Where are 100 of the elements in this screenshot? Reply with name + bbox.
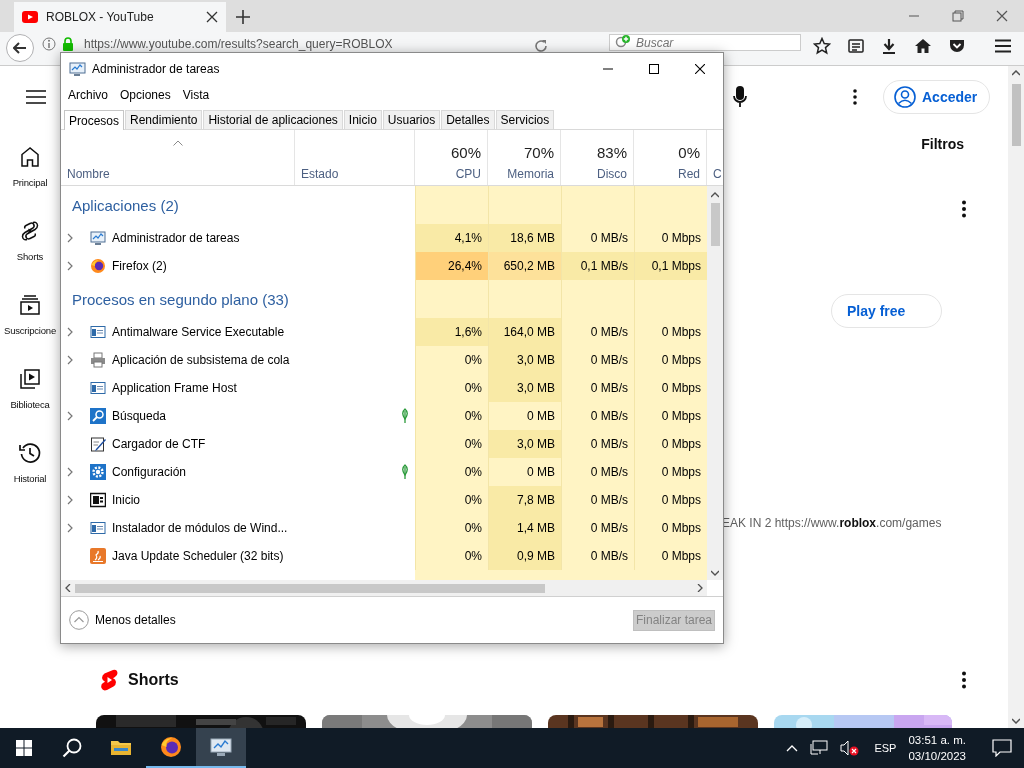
microphone-icon[interactable] <box>733 86 747 108</box>
metric-cell: 3,0 MB <box>488 346 561 374</box>
new-tab-icon[interactable] <box>236 10 250 24</box>
chevron-icon[interactable] <box>67 233 73 243</box>
chevron-icon[interactable] <box>67 523 73 533</box>
taskbar-app[interactable] <box>196 728 246 768</box>
process-name[interactable]: Aplicación de subsistema de cola <box>112 353 290 367</box>
process-name[interactable]: Inicio <box>112 493 140 507</box>
group-heading: Procesos en segundo plano (33) <box>71 290 290 308</box>
download-icon[interactable] <box>881 38 897 54</box>
arrow-down-icon[interactable] <box>1012 718 1020 724</box>
column-label[interactable]: Disco <box>597 167 627 181</box>
filters-button[interactable]: Filtros <box>921 136 964 152</box>
process-name[interactable]: Application Frame Host <box>112 381 237 395</box>
more-options-icon[interactable] <box>962 671 966 689</box>
usage-percent: 0% <box>678 144 700 161</box>
tab[interactable]: Detalles <box>441 110 495 129</box>
language-indicator[interactable]: ESP <box>874 742 897 754</box>
chevron-icon[interactable] <box>67 411 73 421</box>
browser-tab[interactable]: ROBLOX - YouTube <box>14 2 226 32</box>
reading-list-icon[interactable] <box>848 38 864 54</box>
process-name[interactable]: Antimalware Service Executable <box>112 325 285 339</box>
window-title: Administrador de tareas <box>92 62 220 76</box>
process-name[interactable]: Firefox (2) <box>112 259 167 273</box>
sidebar-item[interactable]: Historial <box>0 424 60 498</box>
tab[interactable]: Rendimiento <box>125 110 203 129</box>
speaker-icon[interactable] <box>840 740 861 756</box>
caret-up-icon[interactable] <box>786 744 799 752</box>
restore-icon[interactable] <box>952 10 964 22</box>
menu-item[interactable]: Opciones <box>114 88 177 102</box>
arrow-up-icon[interactable] <box>1012 70 1020 76</box>
tab[interactable]: Servicios <box>495 110 555 129</box>
metric-cell: 0,9 MB <box>488 542 561 570</box>
close-icon[interactable] <box>206 11 218 23</box>
usage-percent: 60% <box>450 144 481 161</box>
address-text[interactable]: https://www.youtube.com/results?search_query=ROBLOX <box>84 37 393 51</box>
sidebar-item[interactable]: Principal <box>0 128 60 202</box>
sidebar-item[interactable]: Suscripcione <box>0 276 60 350</box>
metric-cell: 650,2 MB <box>488 252 561 280</box>
reload-icon[interactable] <box>534 39 548 53</box>
arrow-right-icon[interactable] <box>697 584 703 592</box>
clock-time[interactable]: 03:51 a. m. <box>908 732 966 748</box>
scrollbar[interactable] <box>61 580 707 596</box>
menu-icon[interactable] <box>994 39 1012 53</box>
process-name[interactable]: Java Update Scheduler (32 bits) <box>112 549 284 563</box>
column-label[interactable]: Nombre <box>67 167 288 181</box>
sidebar-item[interactable]: Shorts <box>0 202 60 276</box>
star-icon[interactable] <box>813 37 831 55</box>
scrollbar-thumb[interactable] <box>710 203 720 246</box>
chevron-icon[interactable] <box>67 355 73 365</box>
more-options-icon[interactable] <box>962 200 966 218</box>
home-icon <box>18 145 42 169</box>
chevron-icon[interactable] <box>67 327 73 337</box>
column-label[interactable]: Red <box>678 167 700 181</box>
details-toggle-link[interactable]: Menos detalles <box>95 613 176 627</box>
window-icon <box>90 380 106 396</box>
chevron-icon[interactable] <box>67 467 73 477</box>
tab[interactable]: Historial de aplicaciones <box>203 110 343 129</box>
network-icon[interactable] <box>810 740 829 756</box>
chevron-icon[interactable] <box>67 261 73 271</box>
home-icon[interactable] <box>914 38 932 54</box>
sidebar-item[interactable]: Biblioteca <box>0 350 60 424</box>
arrow-up-icon[interactable] <box>711 192 719 198</box>
scrollbar[interactable] <box>707 186 723 580</box>
column-header[interactable]: C <box>707 130 723 185</box>
process-name[interactable]: Instalador de módulos de Wind... <box>112 521 288 535</box>
tab[interactable]: Procesos <box>64 110 125 130</box>
scrollbar[interactable] <box>1008 66 1024 728</box>
sign-in-button[interactable]: Acceder <box>883 80 990 114</box>
more-options-icon[interactable] <box>853 89 857 105</box>
notification-icon[interactable] <box>992 739 1012 757</box>
monitor-icon <box>69 61 87 77</box>
menu-item[interactable]: Archivo <box>62 88 114 102</box>
close-icon[interactable] <box>695 64 705 74</box>
section-title: Shorts <box>128 671 179 689</box>
arrow-left-icon[interactable] <box>65 584 71 592</box>
maximize-icon[interactable] <box>649 64 659 74</box>
search-field[interactable]: Buscar <box>609 34 801 51</box>
gear-icon <box>90 464 106 480</box>
menu-item[interactable]: Vista <box>176 88 216 102</box>
play-button[interactable]: Play free <box>831 294 942 328</box>
tab[interactable]: Usuarios <box>382 110 441 129</box>
menu-icon[interactable] <box>26 89 46 105</box>
process-name[interactable]: Cargador de CTF <box>112 437 206 451</box>
process-name[interactable]: Configuración <box>112 465 187 479</box>
back-button[interactable] <box>6 34 34 62</box>
process-name[interactable]: Búsqueda <box>112 409 167 423</box>
column-label[interactable]: CPU <box>455 167 481 181</box>
process-name[interactable]: Administrador de tareas <box>112 231 240 245</box>
chevron-icon[interactable] <box>67 495 73 505</box>
tab[interactable]: Inicio <box>343 110 382 129</box>
shield-icon[interactable] <box>949 38 965 54</box>
scrollbar-thumb[interactable] <box>75 583 545 593</box>
arrow-down-icon[interactable] <box>711 570 719 576</box>
monitor-icon <box>210 736 232 758</box>
column-label[interactable]: Memoria <box>507 167 554 181</box>
scrollbar-thumb[interactable] <box>1011 84 1021 146</box>
info-icon[interactable] <box>42 37 56 51</box>
clock-date[interactable]: 03/10/2023 <box>908 748 966 764</box>
column-header[interactable]: Estado <box>295 130 415 185</box>
